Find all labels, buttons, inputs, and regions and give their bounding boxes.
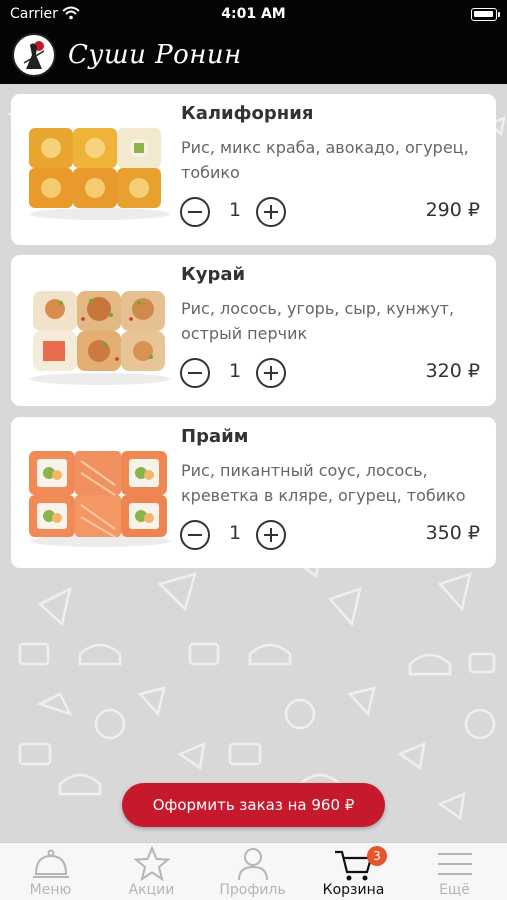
- tab-menu[interactable]: Меню: [0, 843, 101, 900]
- product-description: Рис, лосось, угорь, сыр, кунжут, острый …: [181, 299, 455, 343]
- sushi-prime-image: [29, 451, 170, 547]
- checkout-button[interactable]: Оформить заказ на 960 ₽: [122, 783, 385, 827]
- brand-name: Суши Ронин: [68, 40, 242, 70]
- product-price: 290 ₽: [425, 199, 480, 221]
- tab-profile[interactable]: Профиль: [202, 843, 303, 900]
- tab-more[interactable]: Ещё: [404, 843, 505, 900]
- increase-quantity-button[interactable]: [256, 520, 286, 550]
- samurai-logo: [12, 33, 56, 77]
- quantity-value: 1: [228, 199, 242, 221]
- increase-quantity-button[interactable]: [256, 197, 286, 227]
- product-name: Курай: [181, 264, 246, 285]
- tab-promotions[interactable]: Акции: [101, 843, 202, 900]
- tab-label: Акции: [128, 882, 175, 898]
- product-card[interactable]: Прайм Рис, пикантный соус, лосось, креве…: [11, 417, 496, 568]
- star-icon: [133, 846, 171, 882]
- decrease-quantity-button[interactable]: [180, 197, 210, 227]
- product-name: Калифорния: [181, 103, 314, 124]
- sushi-kuray-image: [30, 291, 170, 385]
- product-card[interactable]: Курай Рис, лосось, угорь, сыр, кунжут, о…: [11, 255, 496, 406]
- person-icon: [238, 848, 268, 881]
- product-card[interactable]: Калифорния Рис, микс краба, авокадо, огу…: [11, 94, 496, 245]
- tab-label: Корзина: [322, 882, 385, 898]
- battery-icon: [471, 8, 500, 21]
- decrease-quantity-button[interactable]: [180, 520, 210, 550]
- tab-label: Меню: [29, 882, 72, 898]
- tab-bar: Меню Акции Профиль 3 Корзина Ещё: [0, 842, 507, 900]
- quantity-value: 1: [228, 522, 242, 544]
- product-description: Рис, микс краба, авокадо, огурец, тобико: [181, 138, 469, 182]
- product-name: Прайм: [181, 426, 249, 447]
- menu-icon: [438, 853, 472, 875]
- cart-count-badge: 3: [367, 846, 387, 866]
- quantity-value: 1: [228, 360, 242, 382]
- header: Carrier 4:01 AM Суши Ронин: [0, 0, 507, 84]
- product-price: 320 ₽: [425, 360, 480, 382]
- sushi-california-image: [29, 128, 170, 220]
- cloche-icon: [33, 849, 69, 878]
- product-price: 350 ₽: [425, 522, 480, 544]
- product-description: Рис, пикантный соус, лосось, креветка в …: [181, 461, 466, 505]
- tab-cart[interactable]: 3 Корзина: [303, 843, 404, 900]
- clock: 4:01 AM: [221, 6, 286, 22]
- decrease-quantity-button[interactable]: [180, 358, 210, 388]
- increase-quantity-button[interactable]: [256, 358, 286, 388]
- status-bar: Carrier 4:01 AM: [0, 0, 507, 28]
- tab-label: Профиль: [219, 882, 286, 898]
- tab-label: Ещё: [439, 882, 470, 898]
- brand: Суши Ронин: [12, 32, 242, 78]
